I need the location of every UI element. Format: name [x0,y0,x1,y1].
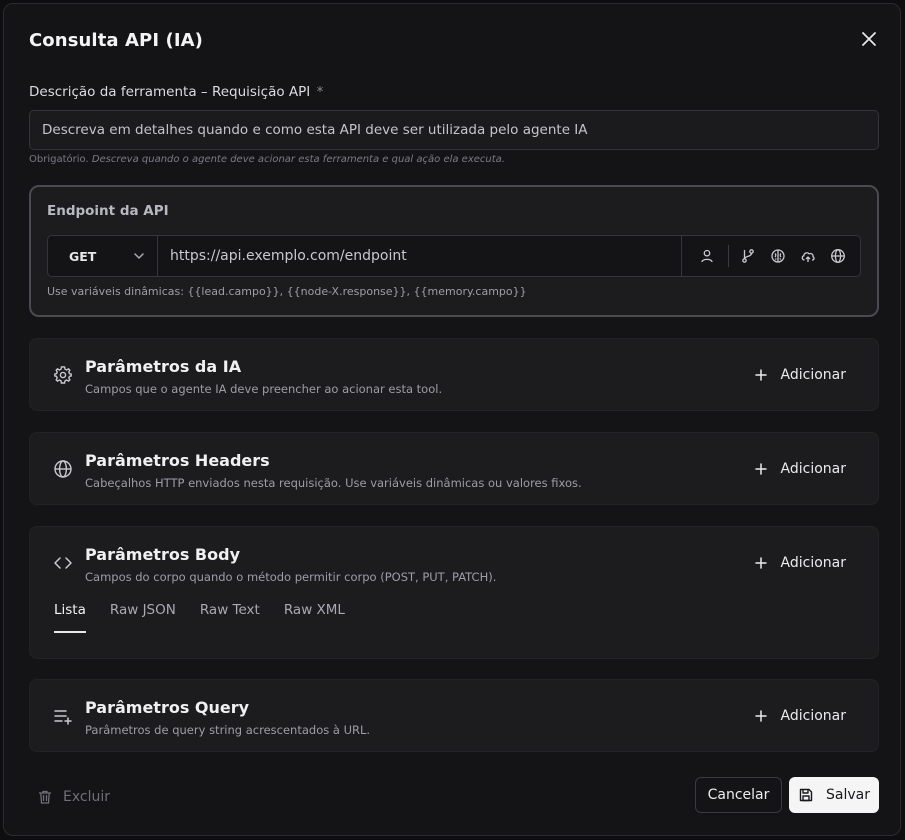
headers-params-add-button[interactable]: Adicionar [743,452,858,486]
required-mark: * [316,84,324,100]
endpoint-row: GET https://api.exemplo.com/endpoint [47,235,861,277]
globe-icon [54,460,72,478]
body-params-icon-wrap [52,552,74,574]
add-label: Adicionar [780,708,846,724]
tab-raw-json[interactable]: Raw JSON [110,602,176,633]
plus-icon [754,369,767,381]
ia-params-add-button[interactable]: Adicionar [743,358,858,392]
insert-global-variable-button[interactable] [827,245,849,267]
add-label: Adicionar [780,555,846,571]
body-params-card: Parâmetros Body Campos do corpo quando o… [29,526,879,659]
api-tool-modal: Consulta API (IA) Descrição da ferrament… [3,3,901,836]
git-branch-icon [742,249,754,263]
hint-text: Descreva quando o agente deve acionar es… [91,154,505,165]
user-icon [701,249,713,263]
endpoint-panel: Endpoint da API GET https://api.exemplo.… [29,185,879,317]
query-params-card: Parâmetros Query Parâmetros de query str… [29,679,879,752]
cancel-button[interactable]: Cancelar [695,777,782,813]
insert-lead-variable-button[interactable] [696,245,718,267]
endpoint-url-input[interactable]: https://api.exemplo.com/endpoint [158,236,682,276]
close-icon [862,32,876,46]
globe-icon [831,249,845,263]
body-format-tabs: Lista Raw JSON Raw Text Raw XML [54,602,369,633]
insert-node-variable-button[interactable] [737,245,759,267]
insert-response-variable-button[interactable] [797,245,819,267]
body-params-title: Parâmetros Body [85,545,240,564]
save-label: Salvar [826,787,870,803]
query-params-title: Parâmetros Query [85,698,250,717]
variable-toolbar [682,236,860,276]
gear-icon [54,366,72,384]
hint-prefix: Obrigatório. [29,154,89,165]
description-label-text: Descrição da ferramenta – Requisição API [29,84,311,100]
modal-title: Consulta API (IA) [29,30,203,51]
ia-params-icon-wrap [52,364,74,386]
tab-lista[interactable]: Lista [54,602,86,633]
body-params-subtitle: Campos do corpo quando o método permitir… [85,570,497,584]
description-placeholder: Descreva em detalhes quando e como esta … [42,122,588,138]
delete-label: Excluir [63,789,110,805]
delete-button[interactable]: Excluir [37,786,110,808]
plus-icon [754,557,767,569]
close-button[interactable] [857,27,881,51]
chevron-down-icon [134,253,144,259]
plus-icon [754,710,767,722]
headers-params-title: Parâmetros Headers [85,451,270,470]
list-plus-icon [54,710,72,725]
endpoint-hint: Use variáveis dinâmicas: {{lead.campo}},… [47,285,527,298]
insert-memory-variable-button[interactable] [767,245,789,267]
brain-icon [771,249,785,263]
toolbar-divider [728,245,729,267]
method-select[interactable]: GET [56,236,158,276]
ia-params-subtitle: Campos que o agente IA deve preencher ao… [85,382,443,396]
cloud-upload-icon [801,252,815,262]
description-input[interactable]: Descreva em detalhes quando e como esta … [29,110,879,150]
description-hint: Obrigatório. Descreva quando o agente de… [29,154,505,165]
query-params-add-button[interactable]: Adicionar [743,699,858,733]
endpoint-title: Endpoint da API [47,203,169,219]
ia-params-card: Parâmetros da IA Campos que o agente IA … [29,338,879,411]
code-icon [54,557,72,569]
add-label: Adicionar [780,367,846,383]
headers-params-icon-wrap [52,458,74,480]
headers-params-subtitle: Cabeçalhos HTTP enviados nesta requisiçã… [85,476,582,490]
plus-icon [754,463,767,475]
description-label: Descrição da ferramenta – Requisição API… [29,84,323,100]
tab-raw-xml[interactable]: Raw XML [284,602,345,633]
save-button[interactable]: Salvar [789,777,879,813]
headers-params-card: Parâmetros Headers Cabeçalhos HTTP envia… [29,432,879,505]
add-label: Adicionar [780,461,846,477]
tab-raw-text[interactable]: Raw Text [200,602,260,633]
ia-params-title: Parâmetros da IA [85,357,242,376]
url-placeholder: https://api.exemplo.com/endpoint [170,248,407,264]
query-params-icon-wrap [52,705,74,727]
query-params-subtitle: Parâmetros de query string acrescentados… [85,723,371,737]
trash-icon [38,790,52,804]
save-icon [799,788,813,802]
body-params-add-button[interactable]: Adicionar [743,546,858,580]
method-value: GET [69,248,97,264]
